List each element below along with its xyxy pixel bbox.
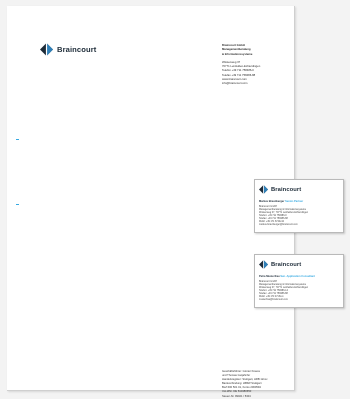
card-person: Petra Musterfrau Sen. Application Consul… (259, 275, 315, 278)
card-logo: Braincourt (259, 185, 301, 194)
letterhead-page: Braincourt Braincourt GmbH Managementber… (7, 6, 298, 398)
sender-address-block: Braincourt GmbH Managementberatung & Inf… (222, 44, 298, 87)
card-contact-info: Braincourt GmbH Managementberatung & Inf… (259, 281, 339, 302)
business-card-1: Braincourt Markus Braunberger Senior-Par… (254, 179, 344, 233)
diamond-logo-icon (259, 185, 268, 194)
card-logo: Braincourt (259, 260, 301, 269)
fold-mark-top (16, 139, 19, 140)
card-info-line: markus.braunberger@braincourt.com (259, 224, 298, 227)
card-logo-text: Braincourt (271, 261, 302, 268)
letter-footer: Geschäftsführer: Günter Krauss und Thoma… (222, 370, 298, 399)
diamond-logo-icon (40, 43, 53, 56)
card-contact-info: Braincourt GmbH Managementberatung & Inf… (259, 206, 339, 227)
fold-mark-bottom (16, 204, 19, 205)
card-person: Markus Braunberger Senior-Partner (259, 200, 303, 203)
card-person-role: Sen. Application Consultant (280, 275, 315, 278)
card-person-name: Markus Braunberger (259, 200, 285, 203)
card-logo-text: Braincourt (271, 186, 302, 193)
diamond-logo-icon (259, 260, 268, 269)
footer-line: Steuer-Nr. 99021 / 5304 (222, 394, 251, 398)
card-person-role: Senior-Partner (285, 200, 304, 203)
letterhead-logo: Braincourt (40, 43, 96, 56)
card-person-name: Petra Musterfrau (259, 275, 280, 278)
card-info-line: musterfrau@braincourt.com (259, 299, 288, 302)
letterhead-logo-text: Braincourt (57, 45, 97, 54)
business-card-2: Braincourt Petra Musterfrau Sen. Applica… (254, 254, 344, 308)
sender-email: info@braincourt.com (222, 82, 248, 86)
